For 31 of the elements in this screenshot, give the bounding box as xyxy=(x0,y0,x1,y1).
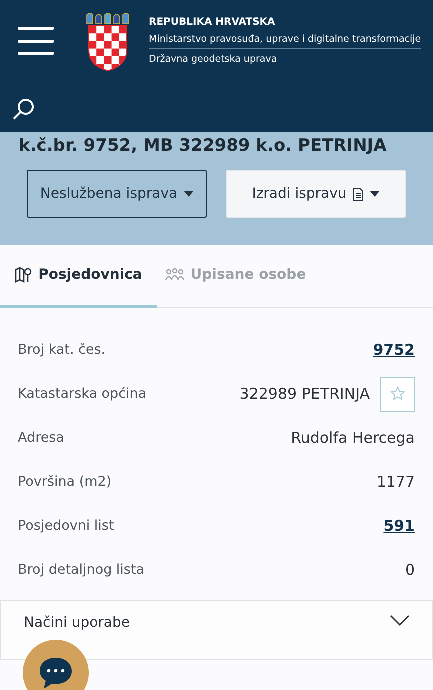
document-icon xyxy=(352,188,364,200)
star-icon xyxy=(390,386,406,402)
people-icon xyxy=(164,268,185,282)
header-text: Ministarstvo pravosuđa, uprave i digitalne transformacije xyxy=(149,33,422,49)
field-value: Rudolfa Hercega xyxy=(291,429,415,447)
accordion-header[interactable]: Načini uporabe xyxy=(0,600,433,660)
field-label: Adresa xyxy=(18,430,64,446)
field-value: 322989 PETRINJA xyxy=(240,385,370,403)
chat-bubble-icon xyxy=(38,656,74,690)
field-label: Broj kat. čes. xyxy=(18,342,106,358)
caret-icon xyxy=(370,191,380,197)
coat-of-arms-icon xyxy=(85,10,131,72)
field-value: 0 xyxy=(405,561,415,579)
map-pin-icon xyxy=(14,267,33,283)
header-text: Državna geodetska uprava xyxy=(149,53,278,66)
parcel-heading: k.č.br. 9752, MB 322989 k.o. PETRINJA xyxy=(19,136,388,156)
field-label: Posjedovni list xyxy=(18,518,114,534)
field-label: Broj detaljnog lista xyxy=(18,562,145,578)
search-icon[interactable] xyxy=(12,97,36,121)
chevron-icon xyxy=(390,615,410,627)
value-link[interactable]: 9752 xyxy=(373,341,415,359)
menu-button[interactable] xyxy=(18,27,54,55)
dropdown-button[interactable]: Izradi ispravu xyxy=(226,170,406,218)
field-label: Katastarska općina xyxy=(18,386,147,402)
caret-icon xyxy=(184,191,194,197)
field-label: Površina (m2) xyxy=(18,474,112,490)
value-link[interactable]: 591 xyxy=(384,517,415,535)
dropdown-button[interactable]: Neslužbena isprava xyxy=(27,170,207,218)
tab[interactable]: Posjedovnica xyxy=(0,245,157,308)
field-value: 1177 xyxy=(376,473,415,491)
header-text: REPUBLIKA HRVATSKA xyxy=(149,16,276,29)
